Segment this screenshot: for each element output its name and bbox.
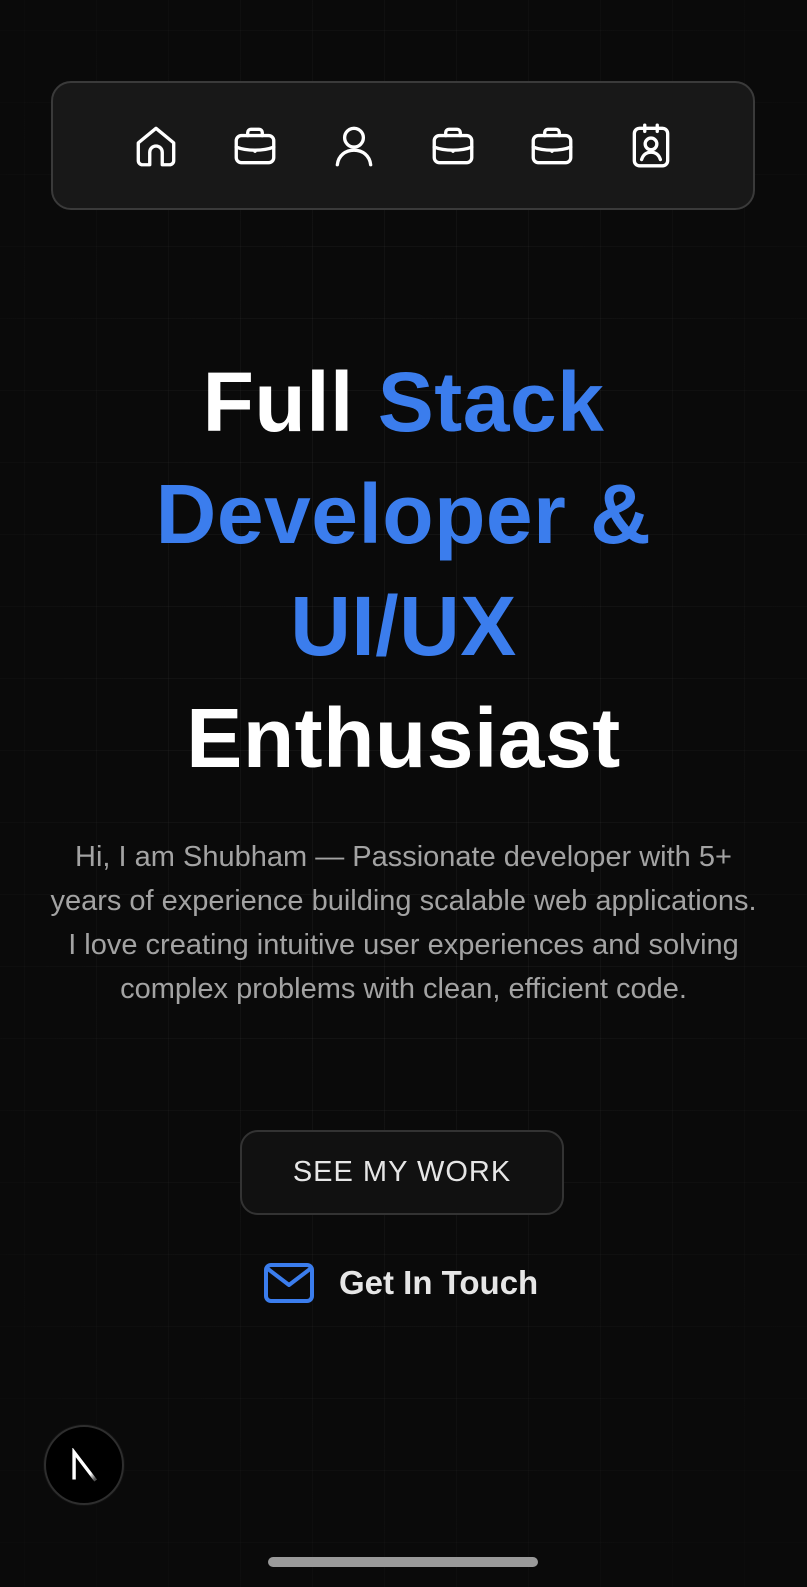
hero-title-line-4: Enthusiast (186, 691, 621, 785)
hero-description: Hi, I am Shubham — Passionate developer … (50, 841, 757, 1005)
get-in-touch-link[interactable]: Get In Touch (263, 1253, 538, 1313)
get-in-touch-label: Get In Touch (339, 1264, 539, 1301)
mail-icon (264, 1263, 314, 1303)
hero-title-line-2: Developer & (155, 467, 652, 561)
home-indicator[interactable] (268, 1557, 538, 1567)
nextjs-badge[interactable] (44, 1425, 124, 1505)
hero-title-line-3: UI/UX (290, 579, 517, 673)
briefcase-icon (234, 127, 275, 164)
top-nav (51, 81, 755, 210)
see-my-work-button[interactable]: SEE MY WORK (240, 1130, 564, 1215)
hero-title-stack: Stack (377, 355, 605, 449)
home-icon (136, 126, 175, 166)
briefcase-icon (531, 127, 572, 164)
nextjs-logo-icon (72, 1448, 98, 1482)
nav-about[interactable] (304, 106, 403, 186)
hero-title-line-1: Full Stack (0, 346, 807, 458)
hero-title: Full Stack Developer & UI/UX Enthusiast (0, 346, 807, 794)
nav-work-1[interactable] (205, 106, 304, 186)
page: Full Stack Developer & UI/UX Enthusiast … (0, 0, 807, 1587)
nav-contact[interactable] (601, 106, 700, 186)
contact-card-icon (632, 123, 669, 167)
nav-home[interactable] (106, 106, 205, 186)
nav-work-2[interactable] (403, 106, 502, 186)
nav-work-3[interactable] (502, 106, 601, 186)
user-icon (335, 126, 372, 166)
briefcase-icon (432, 127, 473, 164)
hero-title-full: Full (202, 355, 378, 449)
